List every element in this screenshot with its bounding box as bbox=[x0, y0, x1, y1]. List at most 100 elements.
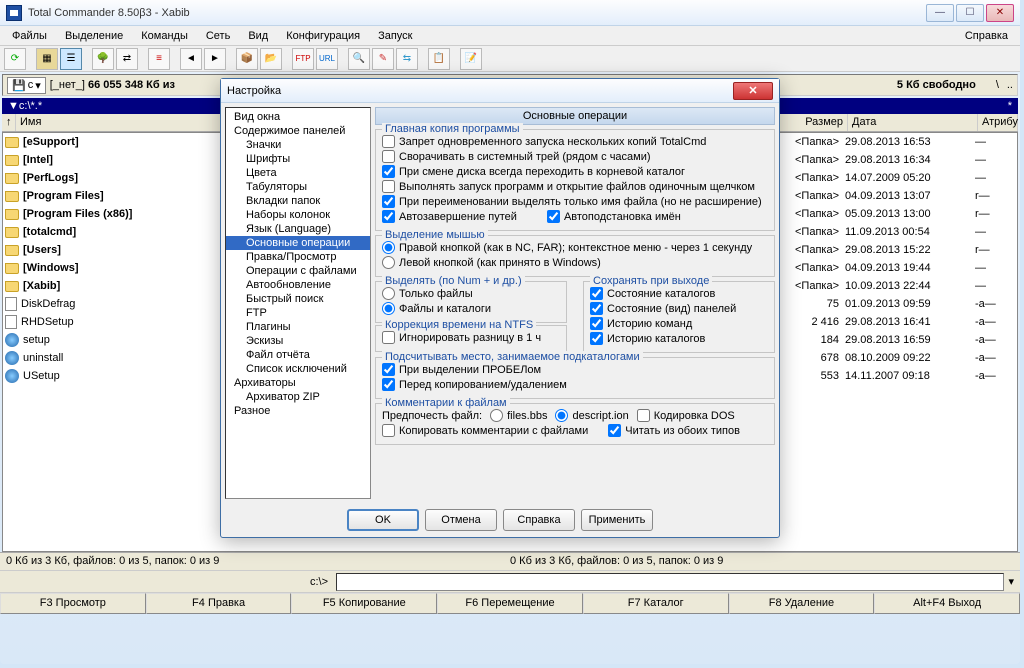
tree-item[interactable]: Список исключений bbox=[226, 362, 370, 376]
apply-button[interactable]: Применить bbox=[581, 509, 653, 531]
tree-item[interactable]: Значки bbox=[226, 138, 370, 152]
menu-help[interactable]: Справка bbox=[957, 28, 1016, 44]
tree-item[interactable]: Содержимое панелей bbox=[226, 124, 370, 138]
tree-item[interactable]: FTP bbox=[226, 306, 370, 320]
multirename-icon[interactable]: ✎ bbox=[372, 48, 394, 70]
chk-tray[interactable]: Сворачивать в системный трей (рядом с ча… bbox=[382, 149, 768, 164]
cmd-dropdown-icon[interactable]: ▾ bbox=[1004, 575, 1018, 588]
minimize-button[interactable]: — bbox=[926, 4, 954, 22]
chk-dos-encoding[interactable]: Кодировка DOS bbox=[637, 408, 735, 423]
tree-item[interactable]: Плагины bbox=[226, 320, 370, 334]
tree-item[interactable]: Эскизы bbox=[226, 334, 370, 348]
cmd-input[interactable] bbox=[336, 573, 1004, 591]
rad-files-only[interactable]: Только файлы bbox=[382, 286, 560, 301]
close-button[interactable]: ✕ bbox=[986, 4, 1014, 22]
f7-mkdir[interactable]: F7 Каталог bbox=[583, 593, 729, 614]
ok-button[interactable]: OK bbox=[347, 509, 419, 531]
drive-button[interactable]: 💾 c ▾ bbox=[7, 77, 46, 94]
menu-view[interactable]: Вид bbox=[240, 28, 276, 44]
file-date: 29.08.2013 16:59 bbox=[845, 334, 975, 346]
tree-item[interactable]: Разное bbox=[226, 404, 370, 418]
tree-item[interactable]: Операции с файлами bbox=[226, 264, 370, 278]
pack-icon[interactable]: 📦 bbox=[236, 48, 258, 70]
exe-icon bbox=[5, 351, 19, 365]
rad-right-click[interactable]: Правой кнопкой (как в NC, FAR); контекст… bbox=[382, 240, 768, 255]
unpack-icon[interactable]: 📂 bbox=[260, 48, 282, 70]
f3-view[interactable]: F3 Просмотр bbox=[0, 593, 146, 614]
settings-tree[interactable]: Вид окнаСодержимое панелейЗначкиШрифтыЦв… bbox=[225, 107, 371, 499]
f5-copy[interactable]: F5 Копирование bbox=[291, 593, 437, 614]
chk-autosuggest[interactable]: Автоподстановка имён bbox=[547, 209, 681, 224]
folder-icon bbox=[5, 209, 19, 220]
tree-icon[interactable]: 🌳 bbox=[92, 48, 114, 70]
tree-item[interactable]: Файл отчёта bbox=[226, 348, 370, 362]
tree-item[interactable]: Шрифты bbox=[226, 152, 370, 166]
rad-left-click[interactable]: Левой кнопкой (как принято в Windows) bbox=[382, 255, 768, 270]
search-icon[interactable]: 🔍 bbox=[348, 48, 370, 70]
chk-single-click[interactable]: Выполнять запуск программ и открытие фай… bbox=[382, 179, 768, 194]
chk-ignore-1h[interactable]: Игнорировать разницу в 1 ч bbox=[382, 330, 560, 345]
tree-item[interactable]: Вкладки папок bbox=[226, 194, 370, 208]
swap-icon[interactable]: ⇄ bbox=[116, 48, 138, 70]
menu-config[interactable]: Конфигурация bbox=[278, 28, 368, 44]
tree-item[interactable]: Быстрый поиск bbox=[226, 292, 370, 306]
chk-calc-space[interactable]: При выделении ПРОБЕЛом bbox=[382, 362, 768, 377]
chk-save-dirs[interactable]: Состояние каталогов bbox=[590, 286, 768, 301]
maximize-button[interactable]: ☐ bbox=[956, 4, 984, 22]
rad-files-dirs[interactable]: Файлы и каталоги bbox=[382, 301, 560, 316]
chk-rename-name-only[interactable]: При переименовании выделять только имя ф… bbox=[382, 194, 768, 209]
chk-save-cmd-history[interactable]: Историю команд bbox=[590, 316, 768, 331]
tree-item[interactable]: Вид окна bbox=[226, 110, 370, 124]
menu-commands[interactable]: Команды bbox=[133, 28, 196, 44]
tree-item[interactable]: Язык (Language) bbox=[226, 222, 370, 236]
notepad-icon[interactable]: 📝 bbox=[460, 48, 482, 70]
copy-names-icon[interactable]: 📋 bbox=[428, 48, 450, 70]
tree-item[interactable]: Наборы колонок bbox=[226, 208, 370, 222]
tree-item[interactable]: Цвета bbox=[226, 166, 370, 180]
invert-icon[interactable]: ≡ bbox=[148, 48, 170, 70]
cancel-button[interactable]: Отмена bbox=[425, 509, 497, 531]
menu-select[interactable]: Выделение bbox=[57, 28, 131, 44]
sync-icon[interactable]: ⇆ bbox=[396, 48, 418, 70]
parent-button[interactable]: .. bbox=[1007, 79, 1013, 91]
chk-read-both[interactable]: Читать из обоих типов bbox=[608, 423, 740, 438]
tree-item[interactable]: Автообновление bbox=[226, 278, 370, 292]
tree-item[interactable]: Правка/Просмотр bbox=[226, 250, 370, 264]
group-mouse: Выделение мышью Правой кнопкой (как в NC… bbox=[375, 235, 775, 277]
chk-save-panels[interactable]: Состояние (вид) панелей bbox=[590, 301, 768, 316]
chk-autocomplete[interactable]: Автозавершение путей bbox=[382, 209, 517, 224]
chk-calc-before-copy[interactable]: Перед копированием/удалением bbox=[382, 377, 768, 392]
tree-item[interactable]: Архиваторы bbox=[226, 376, 370, 390]
chk-single-instance[interactable]: Запрет одновременного запуска нескольких… bbox=[382, 134, 768, 149]
dialog-close-button[interactable]: ✕ bbox=[733, 82, 773, 100]
forward-icon[interactable]: ► bbox=[204, 48, 226, 70]
ftp-icon[interactable]: FTP bbox=[292, 48, 314, 70]
view-brief-icon[interactable]: ▦ bbox=[36, 48, 58, 70]
f8-delete[interactable]: F8 Удаление bbox=[729, 593, 875, 614]
tree-item[interactable]: Основные операции bbox=[226, 236, 370, 250]
menu-files[interactable]: Файлы bbox=[4, 28, 55, 44]
back-icon[interactable]: ◄ bbox=[180, 48, 202, 70]
chk-copy-comments[interactable]: Копировать комментарии с файлами bbox=[382, 423, 588, 438]
tree-item[interactable]: Архиватор ZIP bbox=[226, 390, 370, 404]
menu-net[interactable]: Сеть bbox=[198, 28, 238, 44]
f6-move[interactable]: F6 Перемещение bbox=[437, 593, 583, 614]
url-icon[interactable]: URL bbox=[316, 48, 338, 70]
col-size[interactable]: Размер bbox=[768, 114, 848, 131]
menu-start[interactable]: Запуск bbox=[370, 28, 420, 44]
root-button[interactable]: \ bbox=[996, 79, 999, 91]
altf4-exit[interactable]: Alt+F4 Выход bbox=[874, 593, 1020, 614]
col-attr[interactable]: Атрибу bbox=[978, 114, 1018, 131]
chk-save-dir-history[interactable]: Историю каталогов bbox=[590, 331, 768, 346]
f4-edit[interactable]: F4 Правка bbox=[146, 593, 292, 614]
chk-root-on-change[interactable]: При смене диска всегда переходить в корн… bbox=[382, 164, 768, 179]
tree-item[interactable]: Табуляторы bbox=[226, 180, 370, 194]
view-full-icon[interactable]: ☰ bbox=[60, 48, 82, 70]
sort-indicator[interactable]: ↑ bbox=[2, 114, 16, 131]
col-date[interactable]: Дата bbox=[848, 114, 978, 131]
rad-filesbbs[interactable]: files.bbs bbox=[490, 408, 547, 423]
refresh-icon[interactable]: ⟳ bbox=[4, 48, 26, 70]
help-button[interactable]: Справка bbox=[503, 509, 575, 531]
file-date: 08.10.2009 09:22 bbox=[845, 352, 975, 364]
rad-description[interactable]: descript.ion bbox=[555, 408, 628, 423]
